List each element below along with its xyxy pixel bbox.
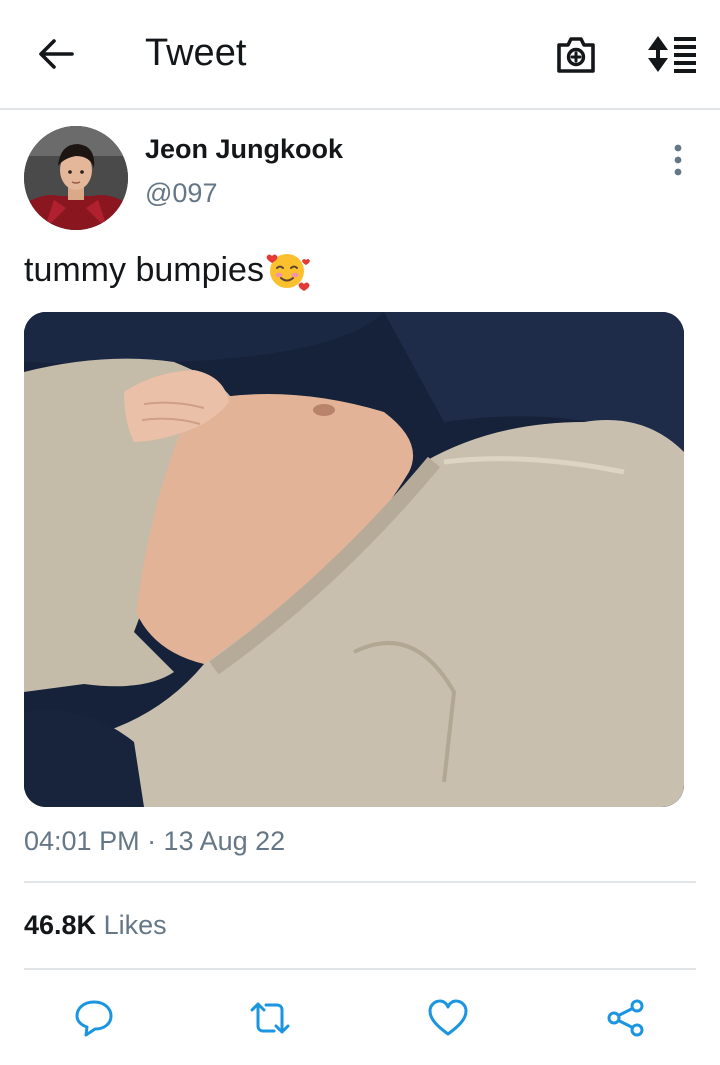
author-name[interactable]: Jeon Jungkook	[145, 134, 343, 165]
reply-button[interactable]	[70, 994, 118, 1042]
like-button[interactable]	[424, 994, 472, 1042]
likes-row[interactable]: 46.8K Likes	[24, 910, 167, 941]
camera-button[interactable]	[552, 32, 600, 76]
more-options-button[interactable]	[662, 140, 694, 180]
share-icon	[607, 999, 644, 1037]
like-icon	[428, 999, 468, 1036]
divider	[24, 968, 696, 970]
tweet-text: tummy bumpies	[24, 248, 310, 292]
likes-label: Likes	[103, 910, 167, 940]
divider	[24, 881, 696, 883]
smiling-face-with-hearts-emoji	[266, 254, 310, 291]
author-handle[interactable]: @097	[145, 178, 217, 209]
retweet-icon	[250, 1002, 290, 1034]
more-vertical-icon	[674, 144, 682, 176]
back-button[interactable]	[32, 30, 80, 78]
top-app-bar: Tweet	[0, 0, 720, 110]
tweet-timestamp: 04:01 PM · 13 Aug 22	[24, 826, 286, 856]
share-button[interactable]	[602, 994, 650, 1042]
page-title: Tweet	[145, 32, 247, 74]
tweet-text-content: tummy bumpies	[24, 250, 264, 289]
retweet-button[interactable]	[246, 994, 294, 1042]
sort-list-icon	[648, 36, 696, 73]
arrow-left-icon	[39, 39, 74, 69]
reply-icon	[75, 1000, 113, 1037]
sort-button[interactable]	[644, 30, 700, 78]
likes-count: 46.8K	[24, 910, 97, 940]
camera-add-icon	[557, 37, 595, 73]
avatar-image	[24, 126, 128, 230]
photo	[24, 312, 684, 807]
avatar[interactable]	[24, 126, 128, 230]
tweet-media-image[interactable]	[24, 312, 684, 807]
